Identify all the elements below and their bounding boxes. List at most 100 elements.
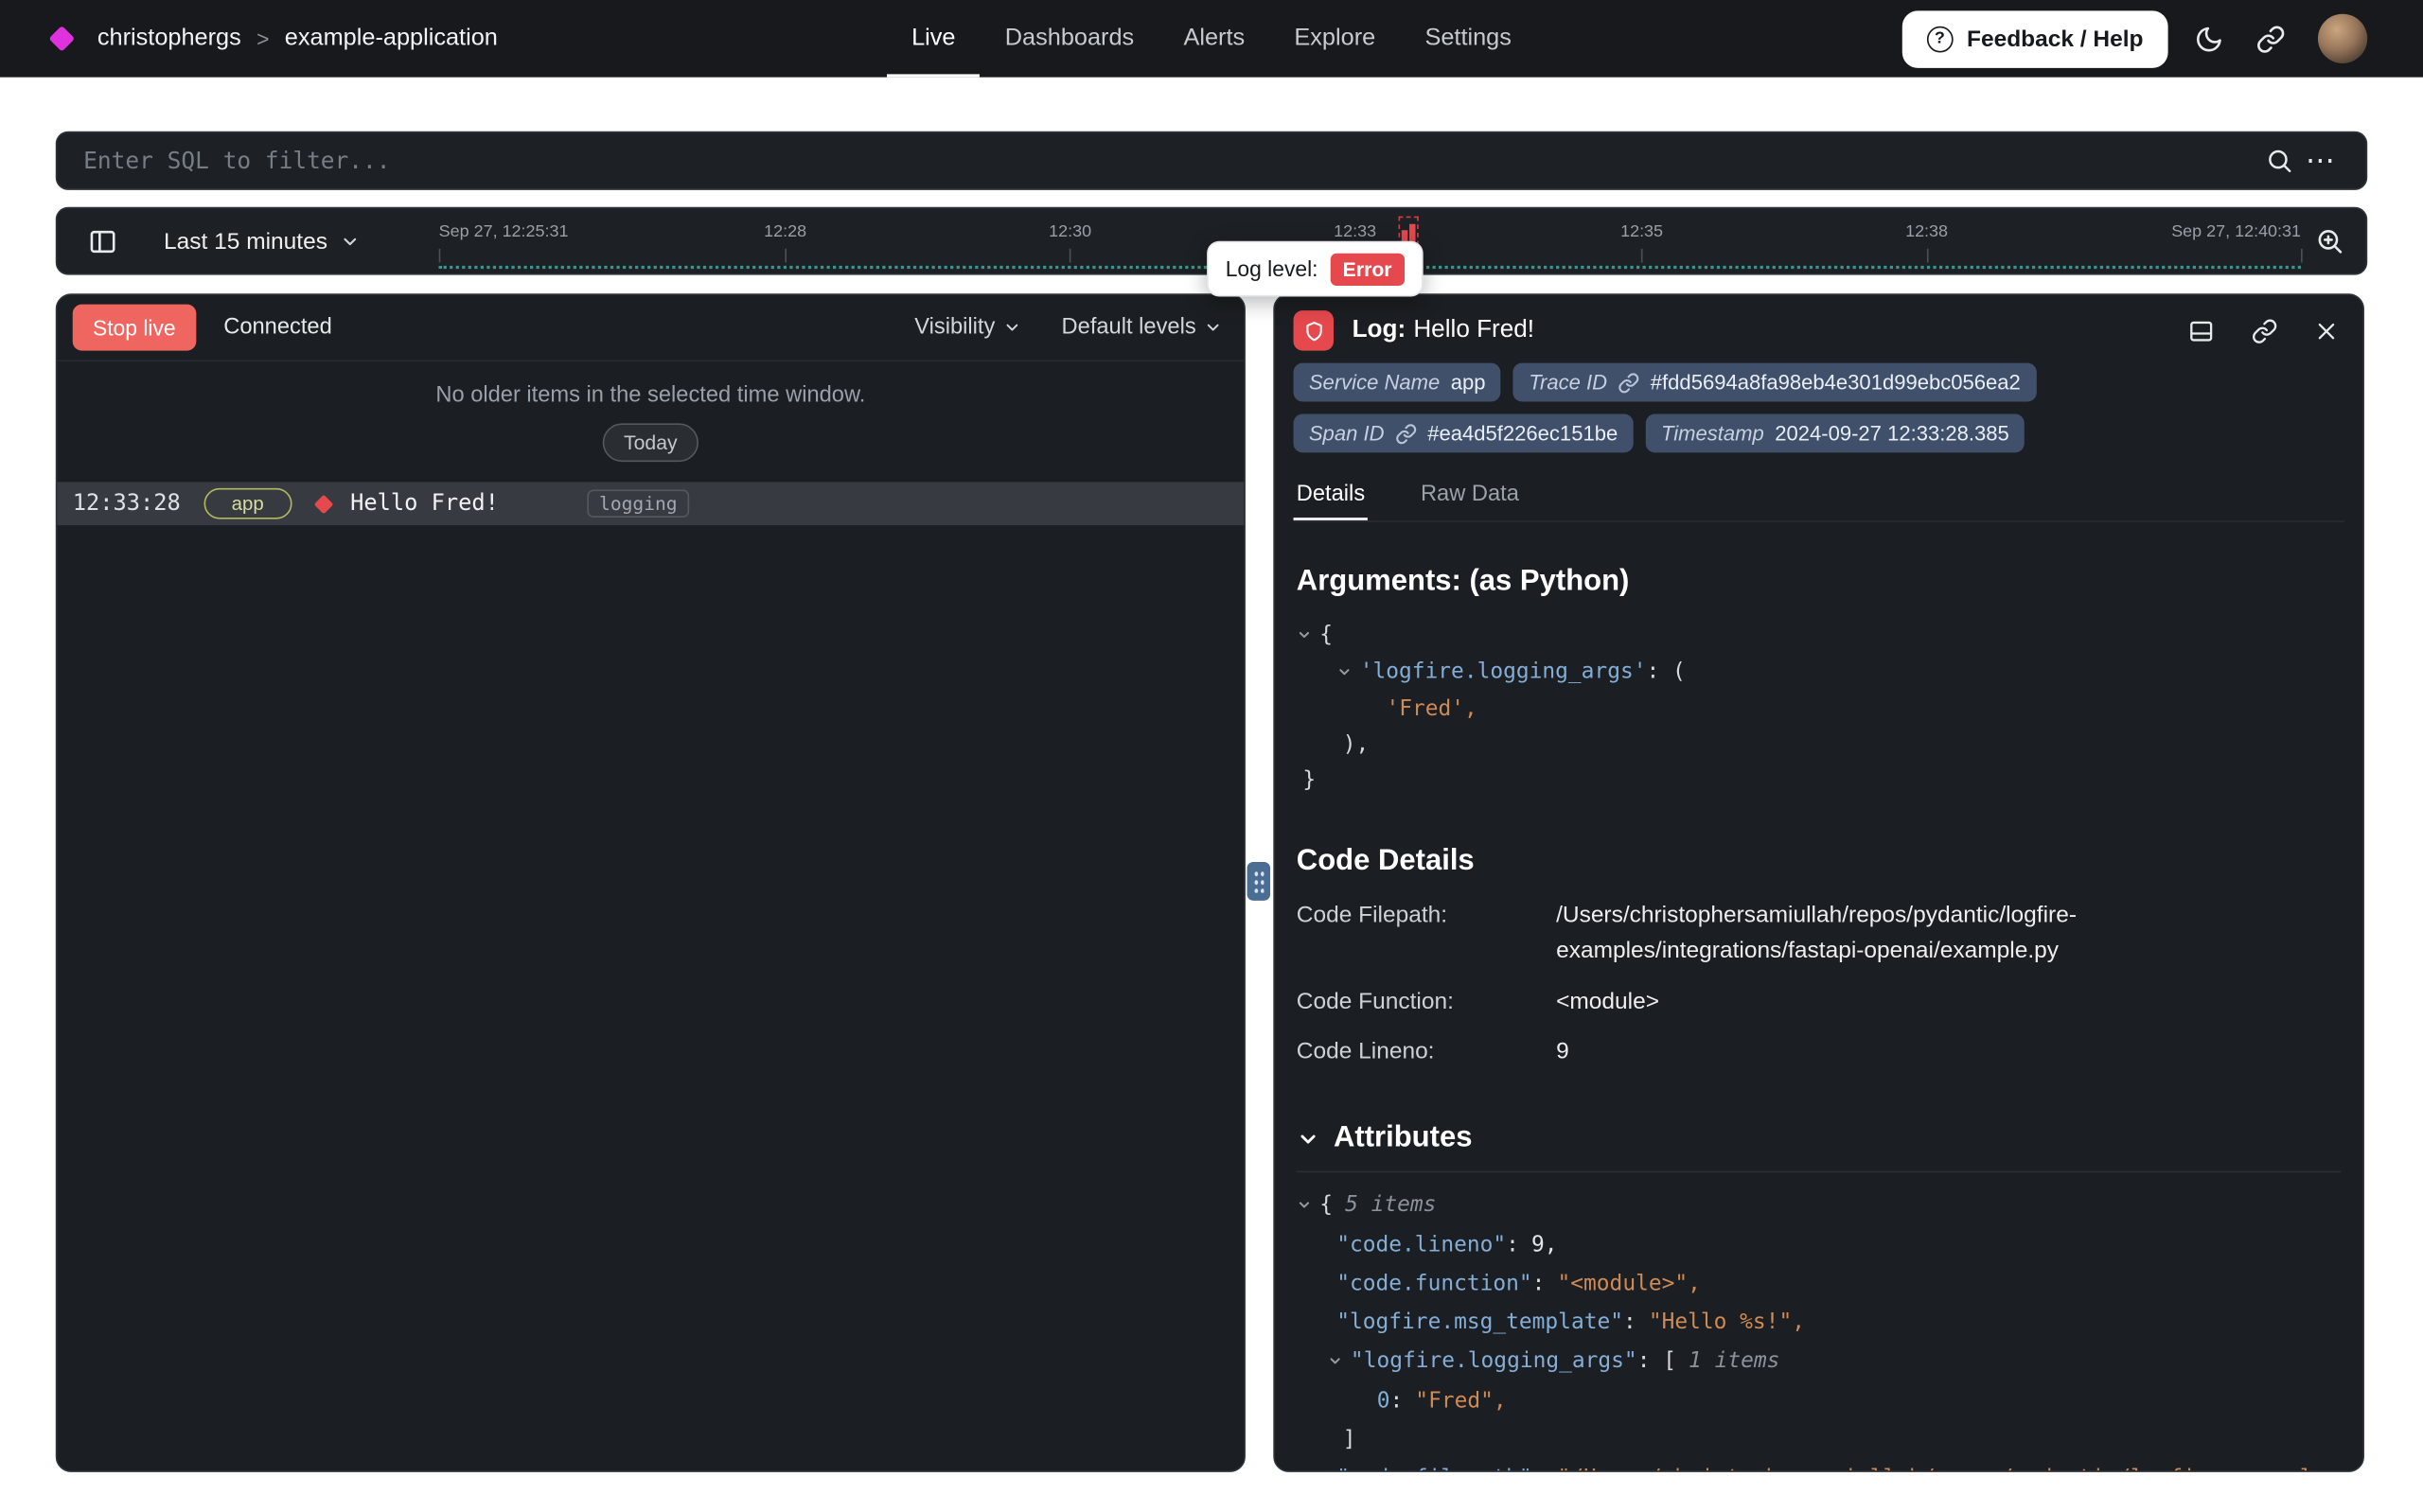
service-name-badge[interactable]: Service Name app xyxy=(1294,363,1501,402)
log-timestamp: 12:33:28 xyxy=(73,491,181,516)
log-level-tooltip: Log level: Error xyxy=(1207,241,1423,297)
error-bar xyxy=(1408,224,1415,243)
detail-header-actions xyxy=(2182,311,2343,350)
code-lineno-row: Code Lineno: 9 xyxy=(1297,1033,2342,1069)
detail-title: Log:Hello Fred! xyxy=(1353,317,1534,344)
span-id-badge[interactable]: Span ID #ea4d5f226ec151be xyxy=(1294,414,1634,453)
search-button[interactable] xyxy=(2259,141,2299,181)
link-icon xyxy=(2252,318,2278,344)
breadcrumb-org[interactable]: christophergs xyxy=(97,25,241,52)
logo-diamond-icon[interactable] xyxy=(48,26,75,52)
log-row[interactable]: 12:33:28 app Hello Fred! logging xyxy=(57,482,1244,525)
sidebar-toggle-button[interactable] xyxy=(82,220,124,262)
chevron-down-icon xyxy=(1003,318,1022,337)
breadcrumb-separator: > xyxy=(256,26,269,51)
collapse-toggle-icon[interactable] xyxy=(1327,1344,1350,1382)
nav-item-dashboards[interactable]: Dashboards xyxy=(981,0,1159,78)
service-name-label: Service Name xyxy=(1309,371,1440,394)
error-shield-icon xyxy=(1294,310,1334,350)
logging-scope-tag: logging xyxy=(587,490,690,518)
nav-item-settings[interactable]: Settings xyxy=(1400,0,1536,78)
sidebar-toggle-icon xyxy=(88,226,117,255)
timestamp-label: Timestamp xyxy=(1661,422,1764,445)
span-id-label: Span ID xyxy=(1309,422,1385,445)
breadcrumb-project[interactable]: example-application xyxy=(285,25,498,52)
default-levels-label: Default levels xyxy=(1062,315,1196,340)
share-link-button[interactable] xyxy=(2250,18,2291,60)
search-icon xyxy=(2265,147,2292,174)
tab-details[interactable]: Details xyxy=(1294,471,1369,520)
trace-id-badge[interactable]: Trace ID#fdd5694a8fa98eb4e301d99ebc056ea… xyxy=(1513,363,2036,402)
more-options-button[interactable]: ⋯ xyxy=(2299,140,2343,182)
link-icon xyxy=(1395,423,1417,445)
detail-title-label: Log: xyxy=(1353,317,1406,343)
tab-raw-data[interactable]: Raw Data xyxy=(1418,471,1522,520)
tooltip-label: Log level: xyxy=(1226,256,1318,281)
chevron-down-icon xyxy=(340,231,360,251)
breadcrumb: christophergs > example-application xyxy=(53,0,498,78)
service-name-value: app xyxy=(1451,371,1486,394)
zoom-in-button[interactable] xyxy=(2308,220,2350,262)
trace-id-label: Trace ID xyxy=(1529,371,1607,394)
timeline-tick-mark xyxy=(786,249,787,263)
arguments-code-block: { 'logfire.logging_args': ( 'Fred', ), } xyxy=(1297,618,2342,799)
live-panel-header-controls: Visibility Default levels xyxy=(914,315,1229,340)
panel-resize-handle[interactable] xyxy=(1247,862,1270,901)
today-button[interactable]: Today xyxy=(602,423,699,462)
zoom-in-icon xyxy=(2315,226,2344,255)
code-function-row: Code Function: <module> xyxy=(1297,983,2342,1019)
timestamp-badge[interactable]: Timestamp 2024-09-27 12:33:28.385 xyxy=(1646,414,2025,453)
nav-item-live[interactable]: Live xyxy=(887,0,981,78)
visibility-dropdown[interactable]: Visibility xyxy=(914,315,1021,340)
sql-filter-input[interactable] xyxy=(80,145,2259,176)
chevron-down-icon xyxy=(1297,1127,1319,1150)
copy-link-button[interactable] xyxy=(2245,311,2284,350)
attributes-divider xyxy=(1297,1171,2342,1173)
detail-content: Arguments: (as Python) { 'logfire.loggin… xyxy=(1275,522,2362,1472)
timeline-tick-mark xyxy=(1070,249,1072,263)
attributes-section-toggle[interactable]: Attributes xyxy=(1297,1121,2342,1155)
timeline-controls: Last 15 minutes xyxy=(82,208,370,273)
stop-live-button[interactable]: Stop live xyxy=(73,305,196,351)
collapse-toggle-icon[interactable] xyxy=(1297,620,1319,656)
attributes-json-block: {5 items "code.lineno":9, "code.function… xyxy=(1297,1187,2342,1472)
nav-item-alerts[interactable]: Alerts xyxy=(1158,0,1269,78)
empty-window-message: No older items in the selected time wind… xyxy=(57,383,1244,408)
default-levels-dropdown[interactable]: Default levels xyxy=(1062,315,1223,340)
log-level-error-badge: Error xyxy=(1331,253,1405,285)
feedback-help-button[interactable]: ? Feedback / Help xyxy=(1901,10,2167,67)
code-function-value: <module> xyxy=(1556,983,1659,1019)
feedback-help-label: Feedback / Help xyxy=(1967,26,2143,52)
grip-dots-icon xyxy=(1253,870,1264,892)
nav-item-explore[interactable]: Explore xyxy=(1269,0,1400,78)
code-filepath-value: /Users/christophersamiullah/repos/pydant… xyxy=(1556,898,2220,970)
span-id-value: #ea4d5f226ec151be xyxy=(1427,422,1618,445)
timestamp-value: 2024-09-27 12:33:28.385 xyxy=(1775,422,2009,445)
live-view-panel: Stop live Connected Visibility Default l… xyxy=(56,293,1246,1472)
detail-tabs: Details Raw Data xyxy=(1294,471,2344,522)
collapse-toggle-icon[interactable] xyxy=(1336,657,1359,693)
timeline-tick-mark xyxy=(1642,249,1644,263)
question-circle-icon: ? xyxy=(1927,26,1954,52)
time-range-selector[interactable]: Last 15 minutes xyxy=(154,226,369,255)
log-message: Hello Fred! xyxy=(350,491,499,516)
code-filepath-label: Code Filepath: xyxy=(1297,898,1556,970)
theme-toggle-button[interactable] xyxy=(2188,18,2230,60)
close-panel-button[interactable] xyxy=(2308,311,2344,350)
timeline-tick-mark xyxy=(439,249,441,263)
timeline-tick-label: 12:30 xyxy=(1049,222,1091,241)
avatar[interactable] xyxy=(2318,14,2367,63)
attributes-heading: Attributes xyxy=(1334,1121,1473,1155)
collapse-toggle-icon[interactable] xyxy=(1297,1188,1319,1227)
link-icon xyxy=(2256,24,2286,53)
detail-panel-header: Log:Hello Fred! xyxy=(1275,295,2362,360)
visibility-label: Visibility xyxy=(914,315,995,340)
close-icon xyxy=(2315,319,2338,342)
code-details-rows: Code Filepath: /Users/christophersamiull… xyxy=(1297,898,2342,1069)
live-panel-header: Stop live Connected Visibility Default l… xyxy=(57,295,1244,361)
dock-panel-button[interactable] xyxy=(2182,311,2220,350)
detail-badges: Service Name app Trace ID#fdd5694a8fa98eb… xyxy=(1275,360,2177,467)
main-nav: Live Dashboards Alerts Explore Settings xyxy=(887,0,1536,78)
timeline-tick-label: 12:35 xyxy=(1620,222,1663,241)
timeline-tick-mark xyxy=(2301,249,2303,263)
